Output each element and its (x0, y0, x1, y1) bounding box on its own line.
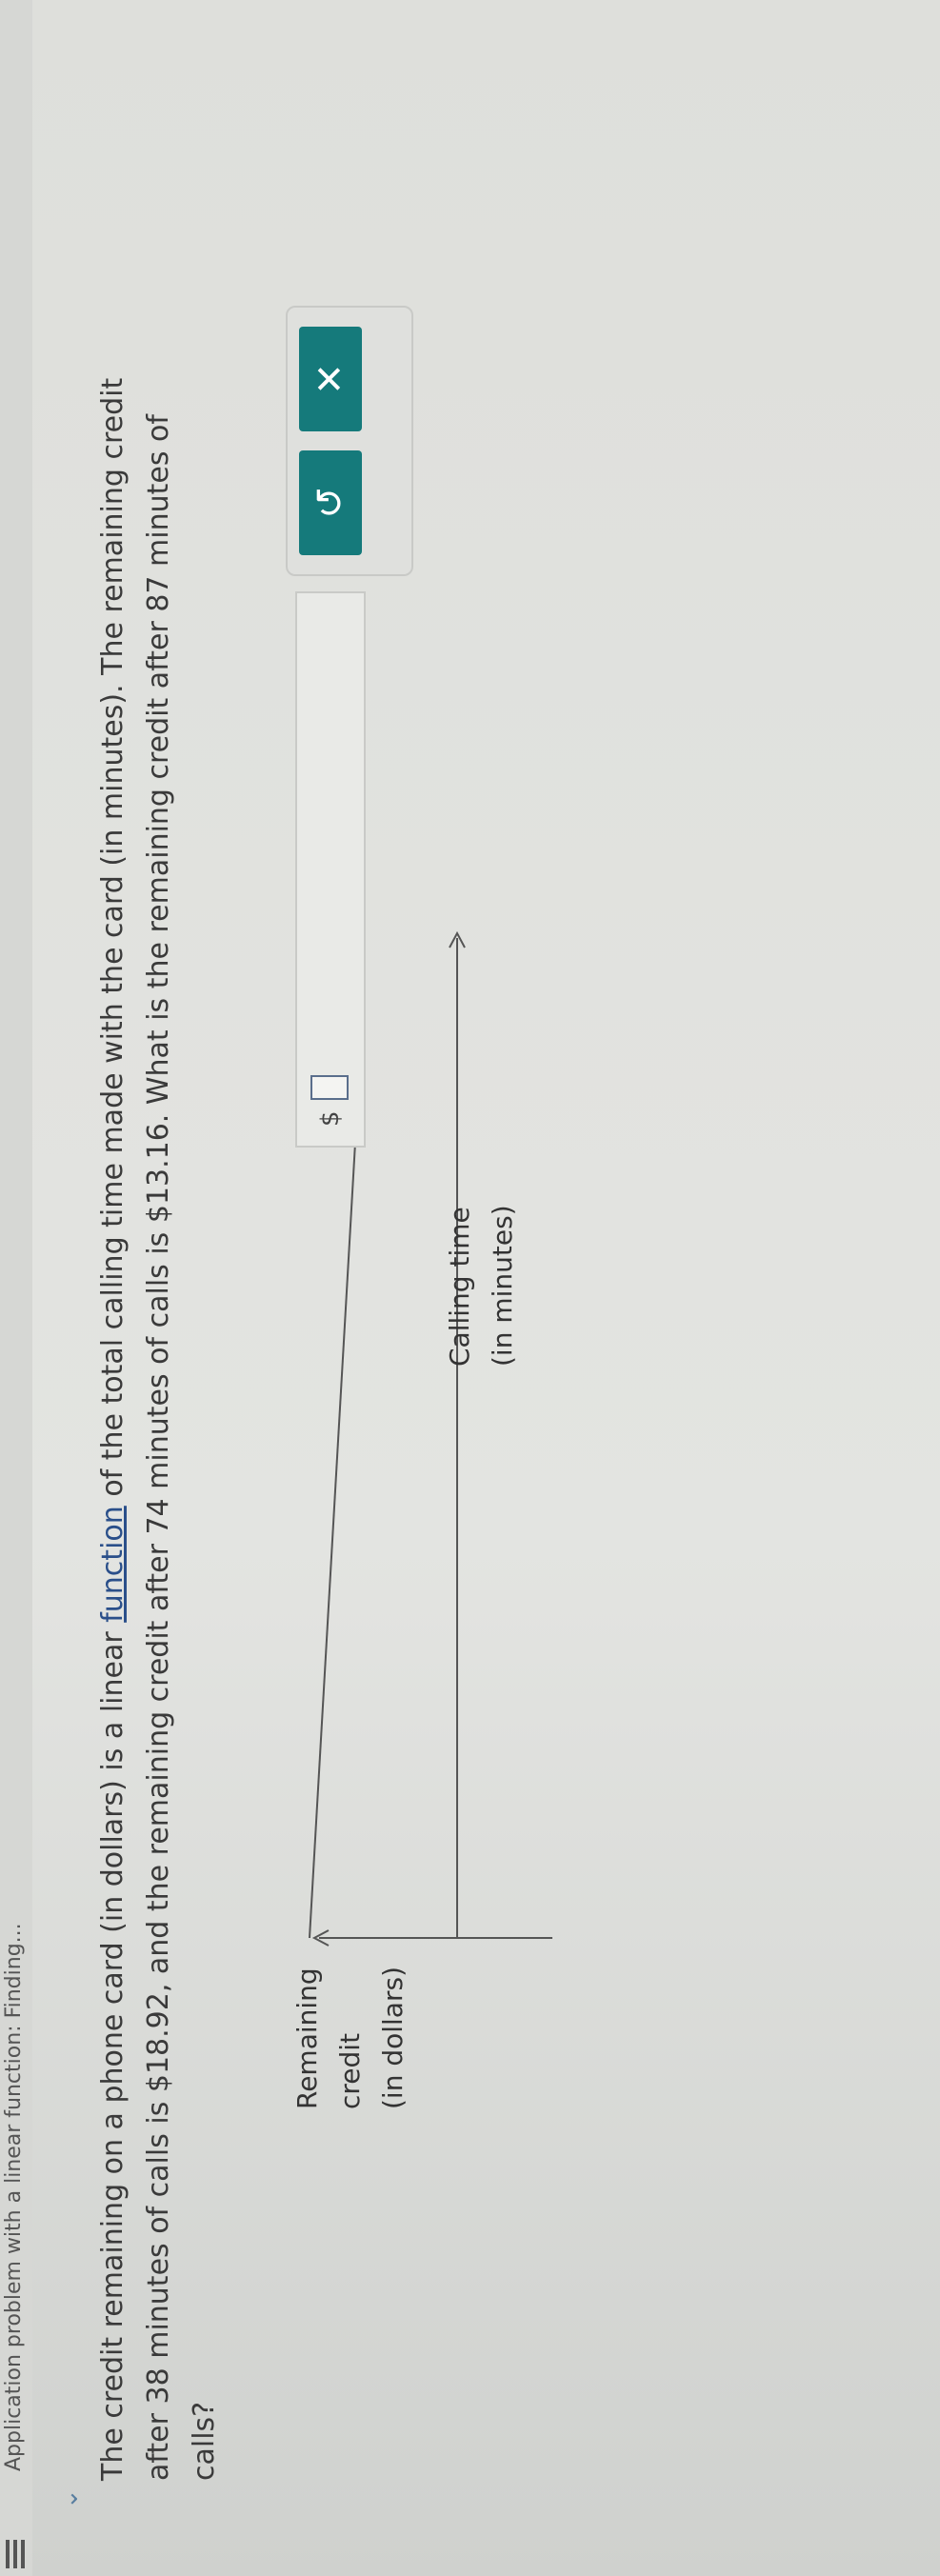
function-link[interactable]: function (96, 1506, 130, 1623)
answer-box: $ (295, 591, 366, 1148)
clear-button[interactable]: ✕ (299, 327, 362, 431)
page-title: Application problem with a linear functi… (2, 1923, 26, 2471)
answer-input[interactable] (310, 1075, 349, 1100)
x-axis-label: Calling time (in minutes) (444, 1205, 518, 1367)
chevron-down-icon[interactable]: ⌄ (55, 2488, 84, 2509)
problem-text: The credit remaining on a phone card (in… (90, 100, 228, 2481)
problem-page: Application problem with a linear functi… (0, 0, 940, 2576)
dollar-sign: $ (316, 1110, 345, 1127)
menu-icon[interactable] (2, 2540, 27, 2568)
button-panel: ↺ ✕ (286, 306, 413, 576)
undo-button[interactable]: ↺ (299, 450, 362, 555)
linear-function-line (309, 1108, 358, 1939)
problem-line-2: after 38 minutes of calls is $18.92, and… (142, 414, 175, 2481)
problem-line-3: calls? (188, 2401, 221, 2481)
top-bar: Application problem with a linear functi… (0, 0, 32, 2576)
problem-line-1: The credit remaining on a phone card (in… (96, 377, 130, 2481)
